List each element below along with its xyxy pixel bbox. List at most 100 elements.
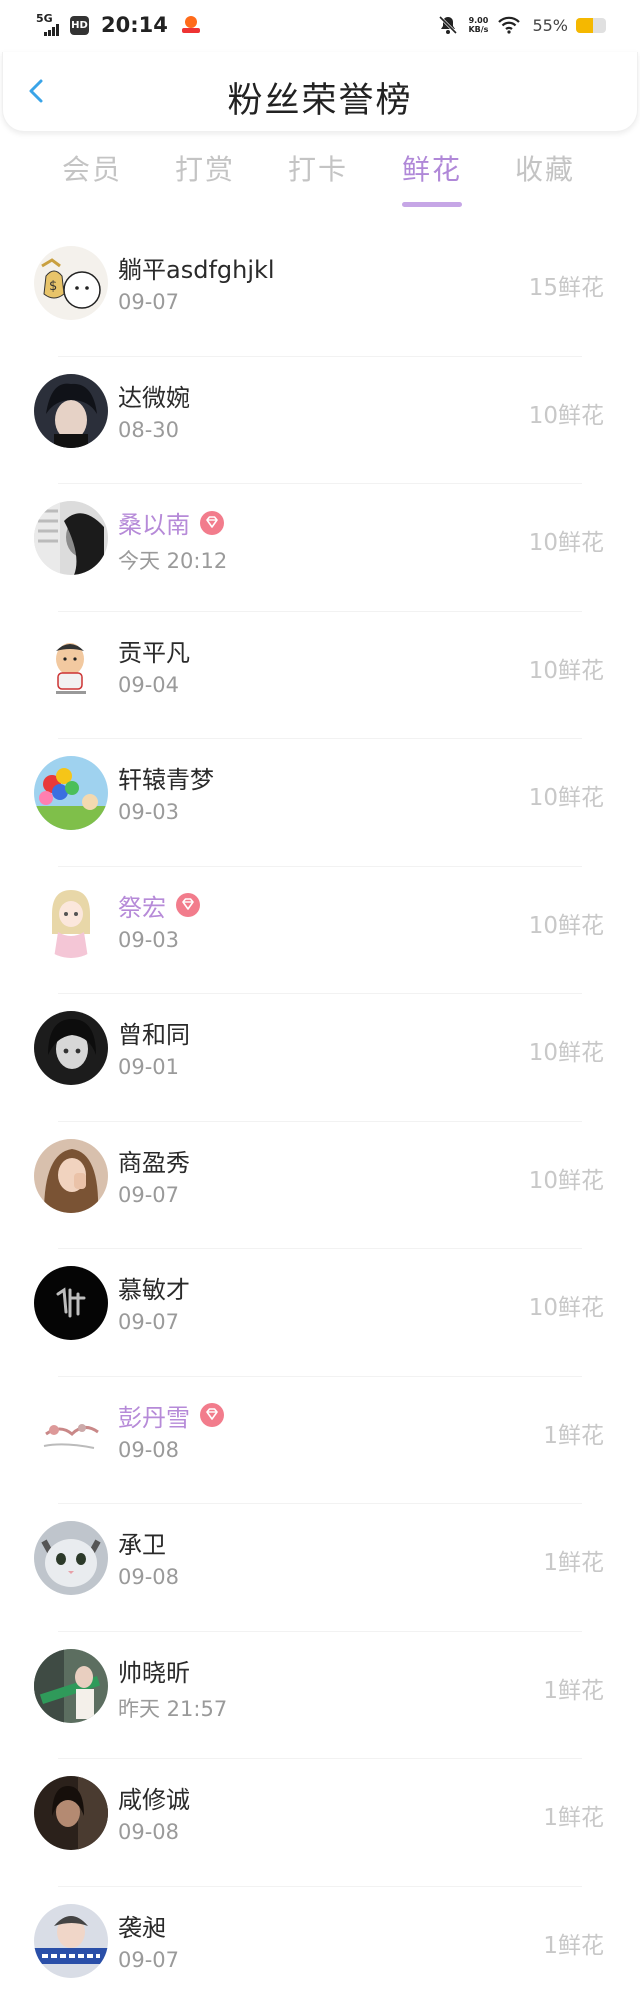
fan-row[interactable]: 轩辕青梦 09-03 10鲜花 xyxy=(0,738,640,866)
fan-name: 桑以南 xyxy=(118,511,190,539)
wifi-icon xyxy=(498,16,521,34)
clock: 20:14 xyxy=(101,13,168,37)
flower-amount: 1鲜花 xyxy=(543,1550,604,1576)
fan-name-wrap: 商盈秀 xyxy=(118,1143,190,1178)
fan-date: 09-08 xyxy=(118,1437,180,1462)
row-divider xyxy=(58,1758,582,1759)
fan-name-wrap: 躺平asdfghjkl xyxy=(118,250,275,285)
fan-row[interactable]: 慕敏才 09-07 10鲜花 xyxy=(0,1248,640,1376)
diamond-vip-icon xyxy=(200,1403,224,1427)
fan-name: 彭丹雪 xyxy=(118,1403,190,1432)
page-title: 粉丝荣誉榜 xyxy=(227,81,413,121)
avatar[interactable] xyxy=(34,1138,108,1213)
fan-name: 达微婉 xyxy=(118,383,190,412)
fan-list: $ 躺平asdfghjkl 09-07 15鲜花 达微婉 08-30 10鲜花 桑以南 今天 2… xyxy=(0,228,640,1996)
diamond-vip-icon xyxy=(200,510,224,535)
fan-row[interactable]: 帅晓昕 昨天 21:57 1鲜花 xyxy=(0,1630,640,1759)
avatar[interactable] xyxy=(34,1393,108,1468)
fan-name: 贡平凡 xyxy=(118,638,190,667)
tab-checkin[interactable]: 打卡 xyxy=(273,148,363,188)
fan-name-wrap: 贡平凡 xyxy=(118,633,190,668)
fan-date: 09-01 xyxy=(118,1055,180,1079)
tab-active-indicator xyxy=(402,202,462,207)
fan-row[interactable]: 桑以南 今天 20:12 10鲜花 xyxy=(0,483,640,611)
fan-row[interactable]: 贡平凡 09-04 10鲜花 xyxy=(0,610,640,739)
status-bar: 5G HD 20:14 9.00 KB/s 55% xyxy=(0,0,640,52)
flower-amount: 1鲜花 xyxy=(543,1677,604,1704)
fan-date: 08-30 xyxy=(118,417,180,442)
avatar[interactable] xyxy=(34,1903,108,1978)
fan-name: 祭宏 xyxy=(118,893,166,922)
fan-name: 曾和同 xyxy=(118,1021,190,1049)
hd-icon: HD xyxy=(70,15,89,35)
avatar[interactable] xyxy=(34,1521,108,1595)
fan-row[interactable]: 彭丹雪 09-08 1鲜花 xyxy=(0,1375,640,1504)
network-speed: 9.00 KB/s xyxy=(468,16,488,34)
fan-name-wrap: 轩辕青梦 xyxy=(118,760,214,795)
fan-row[interactable]: $ 躺平asdfghjkl 09-07 15鲜花 xyxy=(0,228,640,356)
top-nav-bar: 粉丝荣誉榜 xyxy=(2,52,638,132)
fan-date: 09-07 xyxy=(118,1182,180,1207)
flower-amount: 10鲜花 xyxy=(528,402,604,429)
fan-row[interactable]: 曾和同 09-01 10鲜花 xyxy=(0,993,640,1121)
fan-row[interactable]: 达微婉 08-30 10鲜花 xyxy=(0,355,640,484)
avatar[interactable] xyxy=(34,1011,108,1085)
row-divider xyxy=(58,738,582,739)
fan-row[interactable]: 承卫 09-08 1鲜花 xyxy=(0,1503,640,1631)
speed-value: 9.00 xyxy=(468,16,489,25)
row-divider xyxy=(58,865,582,867)
fan-date: 09-07 xyxy=(118,290,180,314)
avatar[interactable] xyxy=(34,1776,108,1850)
flower-amount: 15鲜花 xyxy=(528,275,604,301)
fan-name-wrap: 桑以南 xyxy=(118,505,224,540)
flower-amount: 1鲜花 xyxy=(543,1932,604,1959)
row-divider xyxy=(58,1503,582,1504)
tab-bar: 会员 打赏 打卡 鲜花 收藏 xyxy=(0,148,640,210)
flower-amount: 10鲜花 xyxy=(528,785,604,811)
fan-date: 09-03 xyxy=(118,927,180,952)
speed-unit: KB/s xyxy=(468,25,489,34)
fan-name-wrap: 彭丹雪 xyxy=(118,1398,224,1433)
tab-members[interactable]: 会员 xyxy=(47,148,137,188)
fan-name: 帅晓昕 xyxy=(118,1658,190,1687)
app-notification-icon xyxy=(181,16,200,34)
avatar[interactable] xyxy=(34,628,108,703)
fan-date: 09-04 xyxy=(118,672,180,697)
flower-amount: 1鲜花 xyxy=(543,1422,604,1449)
fan-date: 09-08 xyxy=(118,1565,180,1589)
battery-percent: 55% xyxy=(532,15,568,35)
tab-rewards[interactable]: 打赏 xyxy=(160,148,250,188)
fan-date: 09-07 xyxy=(118,1310,180,1334)
flower-amount: 10鲜花 xyxy=(528,912,604,939)
fan-name: 商盈秀 xyxy=(118,1148,190,1177)
row-divider xyxy=(58,993,582,994)
avatar[interactable] xyxy=(34,883,108,958)
row-divider xyxy=(58,1248,582,1249)
battery-fill xyxy=(576,17,593,33)
fan-row[interactable]: 袭昶 09-07 1鲜花 xyxy=(0,1885,640,1996)
fan-name-wrap: 达微婉 xyxy=(118,378,190,413)
avatar[interactable] xyxy=(34,1266,108,1340)
row-divider xyxy=(58,483,582,484)
flower-amount: 1鲜花 xyxy=(543,1805,604,1831)
mute-icon xyxy=(438,15,458,35)
diamond-vip-icon xyxy=(176,893,200,917)
avatar[interactable] xyxy=(34,1648,108,1723)
avatar[interactable] xyxy=(34,756,108,830)
row-divider xyxy=(58,610,582,612)
avatar[interactable]: $ xyxy=(34,246,108,320)
flower-amount: 10鲜花 xyxy=(528,657,604,684)
fan-name: 躺平asdfghjkl xyxy=(118,256,275,284)
fan-name: 袭昶 xyxy=(118,1913,166,1942)
fan-row[interactable]: 咸修诚 09-08 1鲜花 xyxy=(0,1758,640,1886)
fan-row[interactable]: 商盈秀 09-07 10鲜花 xyxy=(0,1120,640,1249)
tab-flowers[interactable]: 鲜花 xyxy=(387,148,477,188)
tab-favorites[interactable]: 收藏 xyxy=(500,148,590,188)
fan-name: 慕敏才 xyxy=(118,1276,190,1304)
fan-name-wrap: 曾和同 xyxy=(118,1015,190,1050)
fan-name-wrap: 承卫 xyxy=(118,1525,166,1560)
fan-row[interactable]: 祭宏 09-03 10鲜花 xyxy=(0,865,640,994)
fan-date: 09-03 xyxy=(118,800,180,824)
avatar[interactable] xyxy=(34,501,108,575)
avatar[interactable] xyxy=(34,373,108,448)
